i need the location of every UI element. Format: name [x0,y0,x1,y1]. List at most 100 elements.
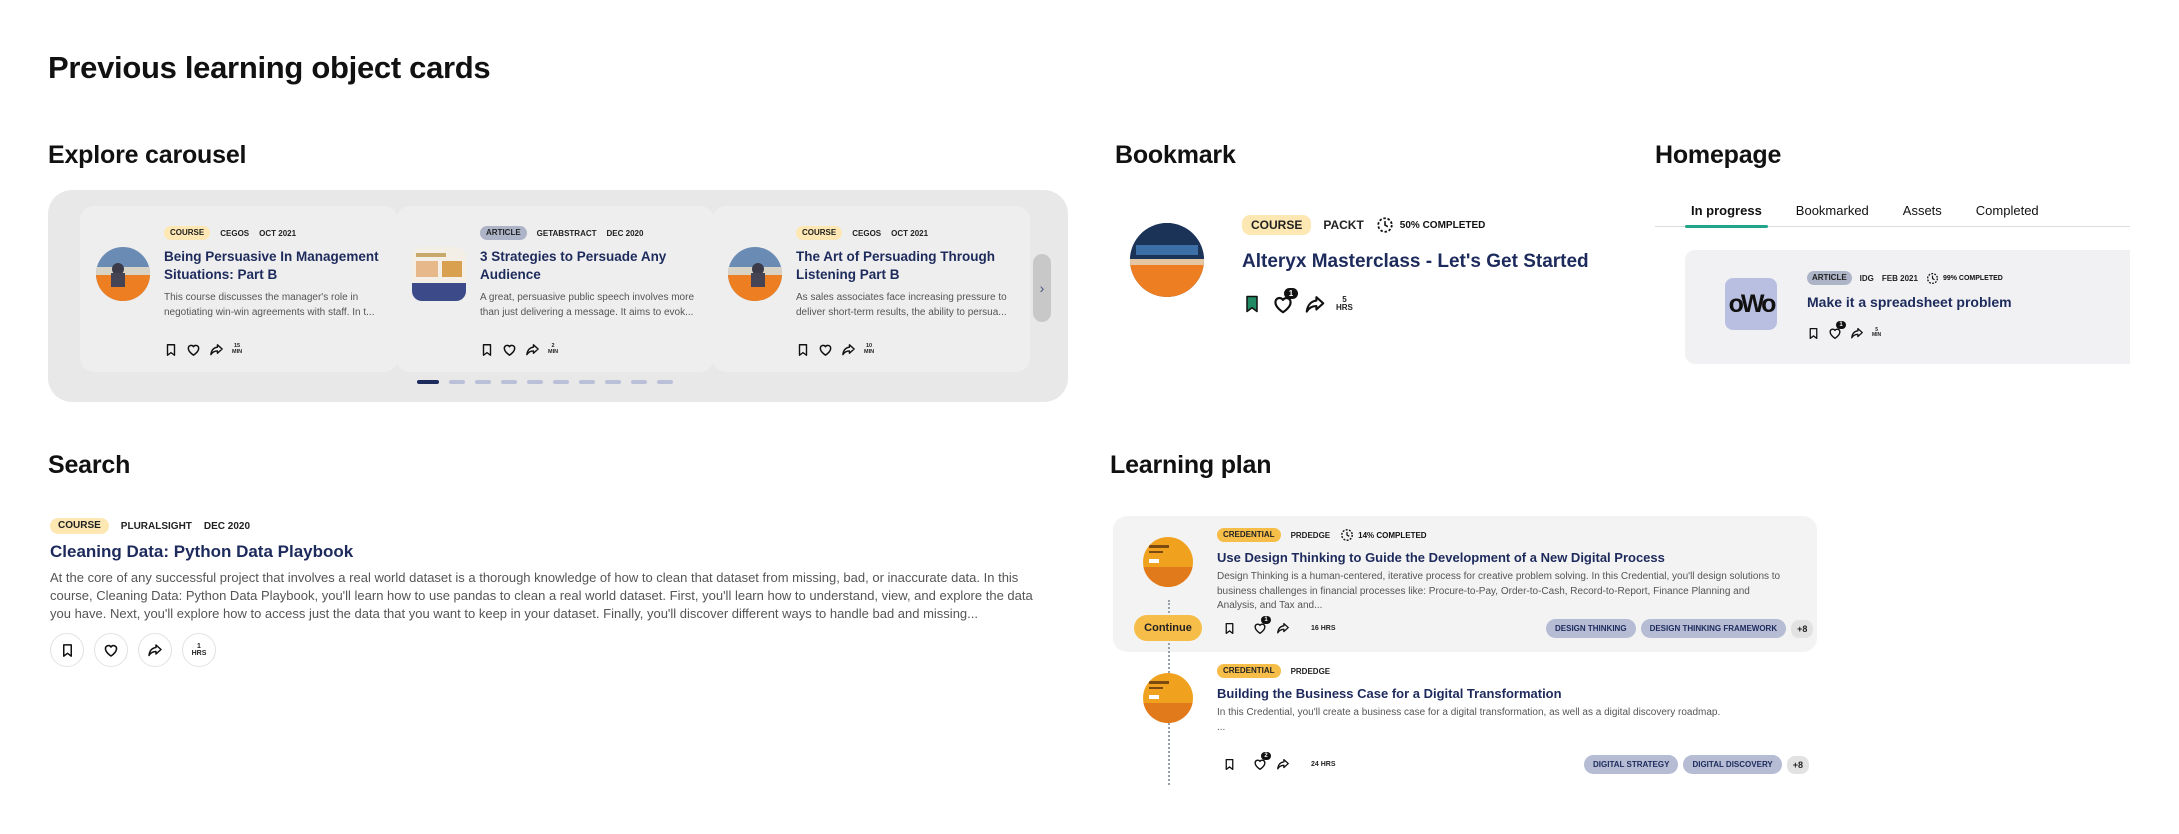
carousel-card[interactable]: COURSE CEGOS OCT 2021 The Art of Persuad… [712,206,1030,372]
carousel-dot[interactable] [449,380,465,384]
carousel-pagination [417,380,673,384]
bookmark-icon[interactable] [1807,327,1820,340]
card-description: A great, persuasive public speech involv… [480,292,695,318]
card-description: As sales associates face increasing pres… [796,292,1007,318]
card-title[interactable]: 3 Strategies to Persuade Any Audience [480,248,702,284]
type-badge: COURSE [1242,215,1312,235]
bookmark-icon[interactable] [480,343,494,357]
card-title[interactable]: Alteryx Masterclass - Let's Get Started [1242,251,1589,273]
duration: 2 MIN [548,342,559,355]
homepage-card[interactable]: oWo ARTICLE IDG FEB 2021 99% COMPLETED M… [1685,250,2130,364]
carousel-dot[interactable] [527,380,543,384]
credential-thumbnail [1143,537,1193,587]
progress-status: 50% COMPLETED [1376,216,1485,234]
type-badge: CREDENTIAL [1217,664,1281,678]
provider-label: PRDEDGE [1290,666,1331,676]
share-icon[interactable] [525,342,540,357]
carousel-card[interactable]: COURSE CEGOS OCT 2021 Being Persuasive I… [80,206,398,372]
search-result-title[interactable]: Cleaning Data: Python Data Playbook [50,542,353,562]
type-badge: ARTICLE [1807,271,1852,285]
tab-in-progress[interactable]: In progress [1685,197,1768,228]
date-label: FEB 2021 [1881,273,1918,283]
duration: 5 HRS [1336,294,1353,312]
tab-completed[interactable]: Completed [1976,197,2039,226]
like-count: 1 [1261,616,1271,624]
bookmark-icon[interactable] [50,633,84,667]
bookmark-icon[interactable] [796,343,810,357]
bookmark-icon[interactable] [1242,294,1262,314]
heart-icon[interactable]: 2 [1253,752,1271,771]
date-label: OCT 2021 [891,228,929,238]
share-icon[interactable] [841,342,856,357]
card-title[interactable]: The Art of Persuading Through Listening … [796,248,1018,284]
share-icon[interactable] [209,342,224,357]
share-icon[interactable] [1276,621,1290,635]
plan-item-title[interactable]: Building the Business Case for a Digital… [1217,686,1562,701]
skill-tag[interactable]: DESIGN THINKING [1546,619,1636,638]
carousel-dot[interactable] [553,380,569,384]
heart-icon[interactable] [186,342,201,357]
article-thumbnail: oWo [1725,278,1777,330]
heart-icon[interactable] [502,342,517,357]
provider-label: CEGOS [852,228,882,238]
card-title[interactable]: Make it a spreadsheet problem [1807,294,2012,310]
provider-label: PRDEDGE [1290,530,1331,540]
date-label: DEC 2020 [203,520,251,532]
carousel-card[interactable]: ARTICLE GETABSTRACT DEC 2020 3 Strategie… [396,206,714,372]
article-thumbnail [412,247,466,301]
card-title[interactable]: Being Persuasive In Management Situation… [164,248,386,284]
provider-label: CEGOS [220,228,250,238]
heart-icon[interactable]: 1 [1828,321,1846,340]
skill-tag[interactable]: DIGITAL DISCOVERY [1683,755,1782,774]
duration: 16 HRS [1311,624,1336,632]
carousel-dot[interactable] [631,380,647,384]
share-icon[interactable] [1304,293,1326,315]
card-description: This course discusses the manager's role… [164,292,375,318]
heart-icon[interactable]: 1 [1272,288,1298,315]
plan-item-description: Design Thinking is a human-centered, ite… [1217,571,1781,611]
heart-icon[interactable]: 1 [1253,616,1271,635]
carousel-dot[interactable] [605,380,621,384]
plan-item-title[interactable]: Use Design Thinking to Guide the Develop… [1217,550,1665,565]
bookmark-icon[interactable] [164,343,178,357]
course-thumbnail [96,247,150,301]
bookmark-icon[interactable] [1223,622,1236,635]
like-count: 2 [1261,752,1271,760]
progress-icon [1926,272,1939,285]
duration: 5 MIN [1872,326,1882,338]
carousel-dot[interactable] [657,380,673,384]
heart-icon[interactable] [818,342,833,357]
type-badge: COURSE [50,518,109,534]
skill-tag[interactable]: DESIGN THINKING FRAMEWORK [1640,619,1787,638]
more-tags-count[interactable]: +8 [1791,619,1814,638]
duration: 10 MIN [864,342,875,355]
explore-carousel: COURSE CEGOS OCT 2021 Being Persuasive I… [48,190,1068,402]
type-badge: COURSE [164,226,211,240]
share-icon[interactable] [138,633,172,667]
like-count: 1 [1284,288,1298,299]
more-tags-count[interactable]: +8 [1786,755,1810,774]
tab-bookmarked[interactable]: Bookmarked [1796,197,1869,226]
duration: 15 MIN [232,342,243,355]
heart-icon[interactable] [94,633,128,667]
carousel-dot[interactable] [501,380,517,384]
homepage-tabs: In progress Bookmarked Assets Completed [1655,197,2130,228]
share-icon[interactable] [1850,326,1864,340]
share-icon[interactable] [1276,757,1290,771]
section-title-bookmark: Bookmark [1115,141,1236,169]
provider-label: IDG [1859,273,1874,283]
skill-tag[interactable]: DIGITAL STRATEGY [1584,755,1679,774]
type-badge: ARTICLE [480,226,527,240]
course-thumbnail [728,247,782,301]
provider-label: PACKT [1323,218,1364,232]
carousel-dot[interactable] [475,380,491,384]
section-title-homepage: Homepage [1655,141,1782,169]
continue-button[interactable]: Continue [1134,615,1202,641]
carousel-dot[interactable] [417,380,439,384]
chevron-right-icon[interactable]: › [1033,254,1051,322]
bookmark-icon[interactable] [1223,758,1236,771]
section-title-explore: Explore carousel [48,141,247,169]
tab-assets[interactable]: Assets [1903,197,1942,226]
date-label: OCT 2021 [259,228,297,238]
carousel-dot[interactable] [579,380,595,384]
